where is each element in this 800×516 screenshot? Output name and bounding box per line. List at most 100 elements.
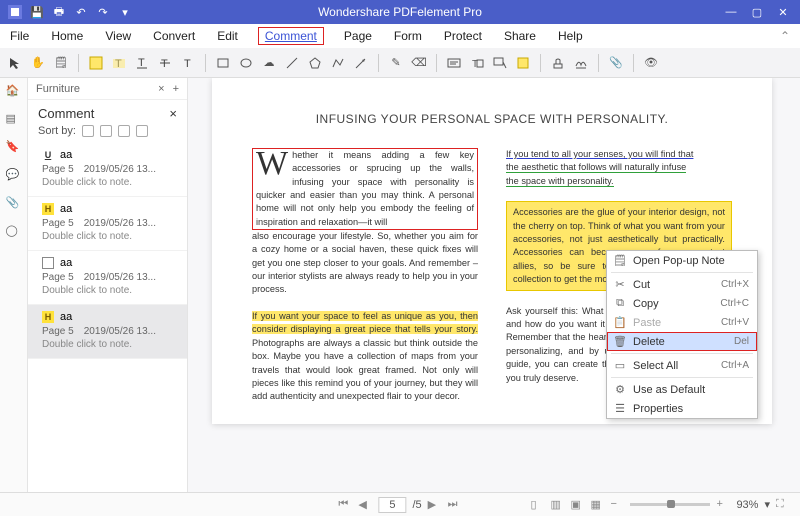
menu-page[interactable]: Page xyxy=(342,27,374,45)
document-area[interactable]: INFUSING YOUR PERSONAL SPACE WITH PERSON… xyxy=(188,78,800,492)
comment-author: aa xyxy=(60,203,72,215)
context-use-as-default[interactable]: ⚙Use as Default xyxy=(607,380,757,399)
polygon-shape-icon[interactable] xyxy=(306,54,324,72)
comment-item[interactable]: Uaa Page 52019/05/26 13... Double click … xyxy=(28,143,187,197)
attachments-panel-icon[interactable]: 📎 xyxy=(6,196,22,212)
context-properties[interactable]: ☰Properties xyxy=(607,399,757,418)
view-cont-facing-icon[interactable]: ▦ xyxy=(590,498,604,512)
zoom-out-icon[interactable]: − xyxy=(610,498,624,512)
menu-edit[interactable]: Edit xyxy=(215,27,240,45)
area-highlight-icon[interactable] xyxy=(514,54,532,72)
menu-protect[interactable]: Protect xyxy=(442,27,484,45)
strikethrough-icon[interactable]: T xyxy=(156,54,174,72)
signature-tool-icon[interactable] xyxy=(572,54,590,72)
underlined-line-3[interactable]: the space with personality. xyxy=(506,176,614,187)
context-delete[interactable]: 🗑DeleteDel xyxy=(607,332,757,351)
maximize-icon[interactable]: ▢ xyxy=(750,5,764,19)
panel-close-icon[interactable]: × xyxy=(169,106,177,121)
context-copy[interactable]: ⧉CopyCtrl+C xyxy=(607,294,757,313)
underline-icon[interactable]: T xyxy=(133,54,151,72)
textbox-tool-icon[interactable] xyxy=(445,54,463,72)
pencil-tool-icon[interactable]: ✎ xyxy=(387,54,405,72)
prev-page-icon[interactable]: ◀ xyxy=(358,498,372,512)
sort-page-icon[interactable] xyxy=(82,125,94,137)
home-icon[interactable]: 🏠 xyxy=(6,84,22,100)
svg-text:T: T xyxy=(184,58,191,70)
paste-icon: 📋 xyxy=(613,316,627,329)
note-tool-icon[interactable]: 🗒 xyxy=(52,54,70,72)
annotated-paragraph-box[interactable]: Whether it means adding a few key access… xyxy=(252,148,478,230)
rectangle-shape-icon[interactable] xyxy=(214,54,232,72)
arrow-shape-icon[interactable] xyxy=(352,54,370,72)
tab-add-icon[interactable]: + xyxy=(173,83,179,95)
context-cut[interactable]: ✂CutCtrl+X xyxy=(607,275,757,294)
attachment-tool-icon[interactable]: 📎 xyxy=(607,54,625,72)
comment-item[interactable]: aa Page 52019/05/26 13... Double click t… xyxy=(28,251,187,305)
comment-item[interactable]: Haa Page 52019/05/26 13... Double click … xyxy=(28,305,187,359)
comments-panel-icon[interactable]: 💬 xyxy=(6,168,22,184)
sort-type-icon[interactable] xyxy=(136,125,148,137)
context-open-pop-up-note[interactable]: 🗒Open Pop-up Note xyxy=(607,251,757,270)
sort-time-icon[interactable] xyxy=(100,125,112,137)
highlighted-text[interactable]: If you want your space to feel as unique… xyxy=(252,311,478,334)
copy-icon: ⧉ xyxy=(613,297,627,310)
save-icon[interactable]: 💾 xyxy=(30,5,44,19)
line-shape-icon[interactable] xyxy=(283,54,301,72)
thumbnails-icon[interactable]: ▤ xyxy=(6,112,22,128)
first-page-icon[interactable]: ⏮ xyxy=(338,498,352,512)
highlight-area-icon[interactable] xyxy=(87,54,105,72)
polyline-shape-icon[interactable] xyxy=(329,54,347,72)
callout-tool-icon[interactable] xyxy=(491,54,509,72)
underlined-line-1[interactable]: If you tend to all your senses, you will… xyxy=(506,149,693,159)
print-icon[interactable]: 🖶 xyxy=(52,5,66,19)
search-panel-icon[interactable]: ◯ xyxy=(6,224,22,240)
comment-date: 2019/05/26 13... xyxy=(84,272,156,283)
menu-file[interactable]: File xyxy=(8,27,31,45)
minimize-icon[interactable]: — xyxy=(724,5,738,19)
sort-author-icon[interactable] xyxy=(118,125,130,137)
eraser-tool-icon[interactable]: ⌫ xyxy=(410,54,428,72)
bookmarks-icon[interactable]: 🔖 xyxy=(6,140,22,156)
menu-convert[interactable]: Convert xyxy=(151,27,197,45)
zoom-value[interactable]: 93% xyxy=(736,499,758,511)
underlined-line-2[interactable]: the aesthetic that follows will naturall… xyxy=(506,162,686,173)
view-facing-icon[interactable]: ▣ xyxy=(570,498,584,512)
comment-page: Page 5 xyxy=(42,218,74,229)
hand-tool-icon[interactable]: ✋ xyxy=(29,54,47,72)
menu-help[interactable]: Help xyxy=(556,27,585,45)
qat-dropdown-icon[interactable]: ▾ xyxy=(118,5,132,19)
menu-home[interactable]: Home xyxy=(49,27,85,45)
last-page-icon[interactable]: ⏭ xyxy=(448,498,462,512)
close-icon[interactable]: ✕ xyxy=(776,5,790,19)
page-input[interactable]: 5 xyxy=(378,497,406,513)
comment-item[interactable]: Haa Page 52019/05/26 13... Double click … xyxy=(28,197,187,251)
next-page-icon[interactable]: ▶ xyxy=(428,498,442,512)
highlight-text-icon[interactable]: T xyxy=(110,54,128,72)
zoom-in-icon[interactable]: + xyxy=(716,498,730,512)
zoom-dropdown-icon[interactable]: ▾ xyxy=(764,498,770,511)
fullscreen-icon[interactable]: ⛶ xyxy=(776,498,790,512)
menu-view[interactable]: View xyxy=(103,27,133,45)
undo-icon[interactable]: ↶ xyxy=(74,5,88,19)
menu-comment[interactable]: Comment xyxy=(258,27,324,45)
context-select-all[interactable]: ▭Select AllCtrl+A xyxy=(607,356,757,375)
redo-icon[interactable]: ↷ xyxy=(96,5,110,19)
hide-comments-icon[interactable]: 👁 xyxy=(642,54,660,72)
typewriter-tool-icon[interactable]: T xyxy=(468,54,486,72)
column-left: Whether it means adding a few key access… xyxy=(252,148,478,404)
tab-close-icon[interactable]: × xyxy=(158,83,164,95)
stamp-tool-icon[interactable] xyxy=(549,54,567,72)
select-tool-icon[interactable] xyxy=(6,54,24,72)
cloud-shape-icon[interactable]: ☁ xyxy=(260,54,278,72)
statusbar: ⏮ ◀ 5 /5 ▶ ⏭ ▯ ▥ ▣ ▦ − + 93% ▾ ⛶ xyxy=(0,492,800,516)
zoom-slider[interactable] xyxy=(630,503,710,506)
tab-furniture[interactable]: Furniture xyxy=(36,83,80,95)
oval-shape-icon[interactable] xyxy=(237,54,255,72)
context-shortcut: Ctrl+X xyxy=(721,279,749,290)
menu-share[interactable]: Share xyxy=(502,27,538,45)
caret-icon[interactable]: T xyxy=(179,54,197,72)
ribbon-collapse-icon[interactable]: ⌃ xyxy=(780,29,790,43)
view-continuous-icon[interactable]: ▥ xyxy=(550,498,564,512)
menu-form[interactable]: Form xyxy=(392,27,424,45)
view-single-icon[interactable]: ▯ xyxy=(530,498,544,512)
